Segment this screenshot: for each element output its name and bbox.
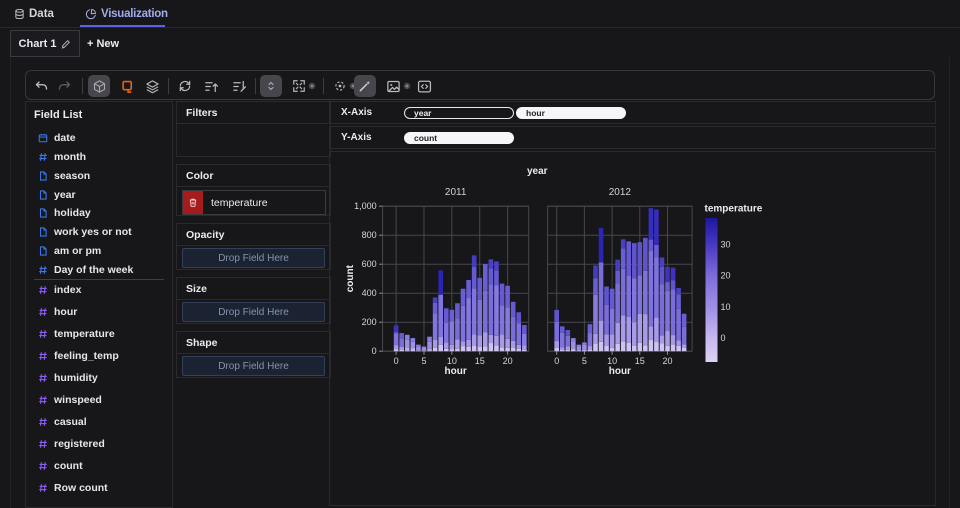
svg-text:600: 600 bbox=[362, 259, 377, 269]
svg-text:2012: 2012 bbox=[609, 187, 632, 198]
svg-text:20: 20 bbox=[503, 356, 513, 366]
svg-text:0: 0 bbox=[394, 356, 399, 366]
svg-text:400: 400 bbox=[362, 288, 377, 298]
svg-text:20: 20 bbox=[721, 271, 731, 281]
svg-text:1,000: 1,000 bbox=[354, 201, 377, 211]
svg-text:10: 10 bbox=[721, 302, 731, 312]
svg-text:10: 10 bbox=[607, 356, 617, 366]
svg-text:year: year bbox=[527, 166, 548, 177]
svg-text:15: 15 bbox=[475, 356, 485, 366]
svg-text:30: 30 bbox=[721, 240, 731, 250]
svg-text:0: 0 bbox=[372, 346, 377, 356]
svg-text:15: 15 bbox=[635, 356, 645, 366]
svg-text:5: 5 bbox=[421, 356, 426, 366]
svg-text:hour: hour bbox=[445, 366, 467, 377]
svg-text:2011: 2011 bbox=[445, 187, 467, 198]
svg-text:800: 800 bbox=[362, 230, 377, 240]
svg-text:10: 10 bbox=[447, 356, 457, 366]
svg-text:count: count bbox=[345, 264, 356, 292]
svg-text:temperature: temperature bbox=[705, 204, 763, 215]
svg-text:20: 20 bbox=[662, 356, 672, 366]
svg-text:200: 200 bbox=[362, 317, 377, 327]
svg-text:0: 0 bbox=[554, 356, 559, 366]
svg-text:5: 5 bbox=[582, 356, 587, 366]
svg-text:hour: hour bbox=[609, 366, 631, 377]
svg-text:0: 0 bbox=[721, 333, 726, 343]
